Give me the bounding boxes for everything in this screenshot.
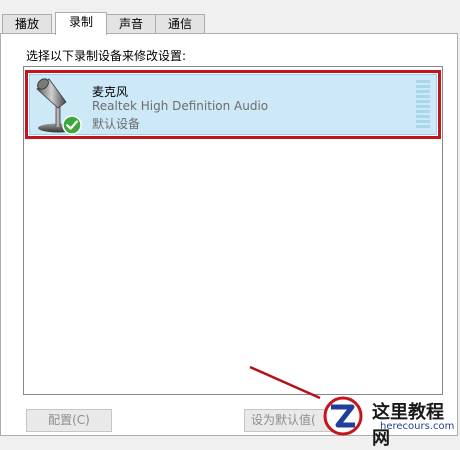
instruction-text: 选择以下录制设备来修改设置: xyxy=(26,49,187,63)
tab-sounds[interactable]: 声音 xyxy=(106,14,156,34)
device-name: 麦克风 xyxy=(92,85,129,99)
watermark-url: herecours.com xyxy=(380,421,455,432)
device-status: 默认设备 xyxy=(92,117,141,131)
tab-communications[interactable]: 通信 xyxy=(155,14,205,34)
tab-recording[interactable]: 录制 xyxy=(55,12,107,35)
configure-button[interactable]: 配置(C) xyxy=(26,409,112,432)
tab-playback[interactable]: 播放 xyxy=(2,14,52,34)
green-check-icon xyxy=(62,115,82,135)
level-meter xyxy=(416,80,430,130)
device-driver: Realtek High Definition Audio xyxy=(92,99,269,113)
